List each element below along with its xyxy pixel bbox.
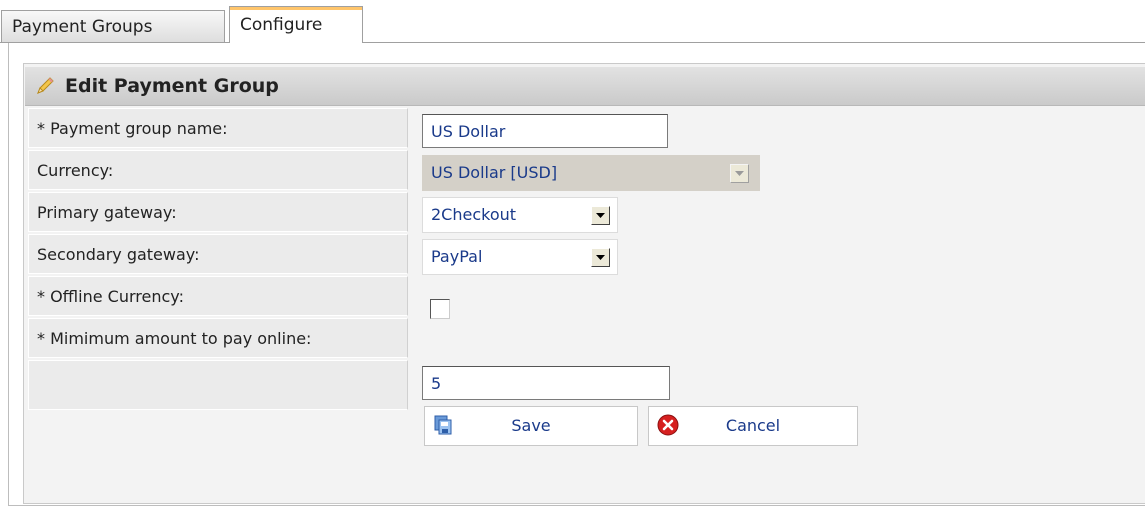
chevron-down-icon[interactable] bbox=[730, 164, 749, 183]
tab-payment-groups[interactable]: Payment Groups bbox=[1, 10, 225, 42]
form-header: Edit Payment Group bbox=[25, 67, 1145, 106]
actions-label-cell bbox=[28, 360, 408, 410]
payment-group-name-label: * Payment group name: bbox=[28, 108, 408, 148]
minimum-amount-label: * Mimimum amount to pay online: bbox=[28, 318, 408, 358]
secondary-gateway-selected-value: PayPal bbox=[431, 247, 483, 266]
pencil-icon bbox=[25, 75, 65, 97]
secondary-gateway-label: Secondary gateway: bbox=[28, 234, 408, 274]
currency-selected-value: US Dollar [USD] bbox=[431, 163, 558, 182]
form-title: Edit Payment Group bbox=[65, 75, 279, 97]
primary-gateway-select[interactable]: 2Checkout bbox=[422, 197, 618, 233]
primary-gateway-selected-value: 2Checkout bbox=[431, 205, 517, 224]
offline-currency-checkbox[interactable] bbox=[430, 299, 450, 319]
tab-bar: Payment Groups Configure bbox=[0, 0, 1145, 43]
currency-select[interactable]: US Dollar [USD] bbox=[422, 155, 760, 191]
chevron-down-icon[interactable] bbox=[591, 206, 610, 225]
cancel-label: Cancel bbox=[725, 416, 781, 435]
secondary-gateway-select[interactable]: PayPal bbox=[422, 239, 618, 275]
currency-label: Currency: bbox=[28, 150, 408, 190]
tab-configure[interactable]: Configure bbox=[229, 6, 363, 43]
cancel-button[interactable]: Cancel bbox=[648, 406, 858, 446]
minimum-amount-input[interactable] bbox=[422, 366, 670, 400]
save-button[interactable]: Save bbox=[424, 406, 638, 446]
payment-group-name-input[interactable] bbox=[422, 114, 668, 148]
chevron-down-icon[interactable] bbox=[591, 248, 610, 267]
primary-gateway-label: Primary gateway: bbox=[28, 192, 408, 232]
save-label: Save bbox=[511, 416, 551, 435]
offline-currency-label: * Offline Currency: bbox=[28, 276, 408, 316]
